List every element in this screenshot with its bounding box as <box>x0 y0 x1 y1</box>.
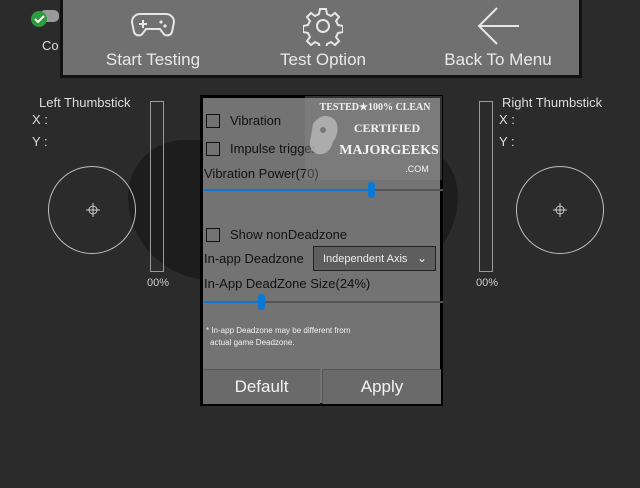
show-nondeadzone-checkbox-box[interactable] <box>206 227 220 242</box>
gear-icon <box>303 8 343 46</box>
vibration-power-label: Vibration Power(70) <box>204 166 319 181</box>
left-crosshair-icon <box>86 203 100 217</box>
right-thumbstick-title: Right Thumbstick <box>502 95 603 110</box>
watermark-line2: CERTIFIED <box>354 121 421 135</box>
impulse-trigger-checkbox[interactable]: Impulse trigger <box>206 141 316 156</box>
right-x-label: X : <box>499 112 515 127</box>
right-trigger-bar <box>479 101 493 272</box>
deadzone-note-line1: * In-app Deadzone may be different from <box>206 326 351 335</box>
deadzone-mode-value: Independent Axis <box>323 253 408 265</box>
controller-status-label: Co <box>42 38 59 53</box>
vibration-checkbox[interactable]: Vibration <box>206 113 281 128</box>
right-crosshair-icon <box>553 203 567 217</box>
start-testing-button[interactable]: Start Testing <box>88 0 218 76</box>
vibration-power-slider[interactable] <box>203 182 443 198</box>
chevron-down-icon: ⌄ <box>416 251 427 265</box>
test-option-label: Test Option <box>280 50 366 69</box>
arrow-left-icon <box>477 7 519 45</box>
back-to-menu-button[interactable]: Back To Menu <box>428 0 568 76</box>
test-option-button[interactable]: Test Option <box>258 0 388 76</box>
deadzone-size-label: In-App DeadZone Size(24%) <box>204 276 371 291</box>
controller-check-icon <box>31 10 59 27</box>
majorgeeks-watermark: TESTED★100% CLEAN CERTIFIED MAJORGEEKS .… <box>305 96 442 180</box>
deadzone-size-fill <box>203 301 261 303</box>
top-toolbar: Start Testing Test Option Back To Menu <box>60 0 582 78</box>
show-nondeadzone-label: Show nonDeadzone <box>230 227 348 242</box>
start-testing-label: Start Testing <box>105 50 201 69</box>
deadzone-size-slider[interactable] <box>203 294 443 310</box>
right-trigger-percent: 00% <box>476 277 499 289</box>
left-trigger-percent: 00% <box>147 277 170 289</box>
impulse-trigger-checkbox-box[interactable] <box>206 141 220 156</box>
left-x-label: X : <box>32 112 48 127</box>
vibration-label: Vibration <box>230 113 282 128</box>
left-thumbstick-title: Left Thumbstick <box>39 95 131 110</box>
apply-button[interactable]: Apply <box>322 369 441 404</box>
vibration-power-fill <box>203 189 371 191</box>
impulse-trigger-label: Impulse trigger <box>230 141 316 156</box>
left-y-label: Y : <box>32 134 48 149</box>
right-y-label: Y : <box>499 134 515 149</box>
deadzone-mode-dropdown[interactable]: Independent Axis ⌄ <box>313 246 436 271</box>
left-trigger-bar <box>150 101 164 272</box>
back-to-menu-label: Back To Menu <box>444 50 552 69</box>
vibration-checkbox-box[interactable] <box>206 113 220 128</box>
deadzone-note-line2: actual game Deadzone. <box>210 338 295 347</box>
show-nondeadzone-checkbox[interactable]: Show nonDeadzone <box>206 227 347 242</box>
watermark-line1: TESTED★100% CLEAN <box>320 102 432 113</box>
in-app-deadzone-label: In-app Deadzone <box>204 251 304 266</box>
watermark-line4: .COM <box>405 164 429 174</box>
gamepad-icon <box>130 13 176 37</box>
deadzone-size-thumb[interactable] <box>258 294 265 310</box>
watermark-line3: MAJORGEEKS <box>339 143 439 158</box>
default-button[interactable]: Default <box>203 369 320 404</box>
vibration-power-thumb[interactable] <box>368 182 375 198</box>
